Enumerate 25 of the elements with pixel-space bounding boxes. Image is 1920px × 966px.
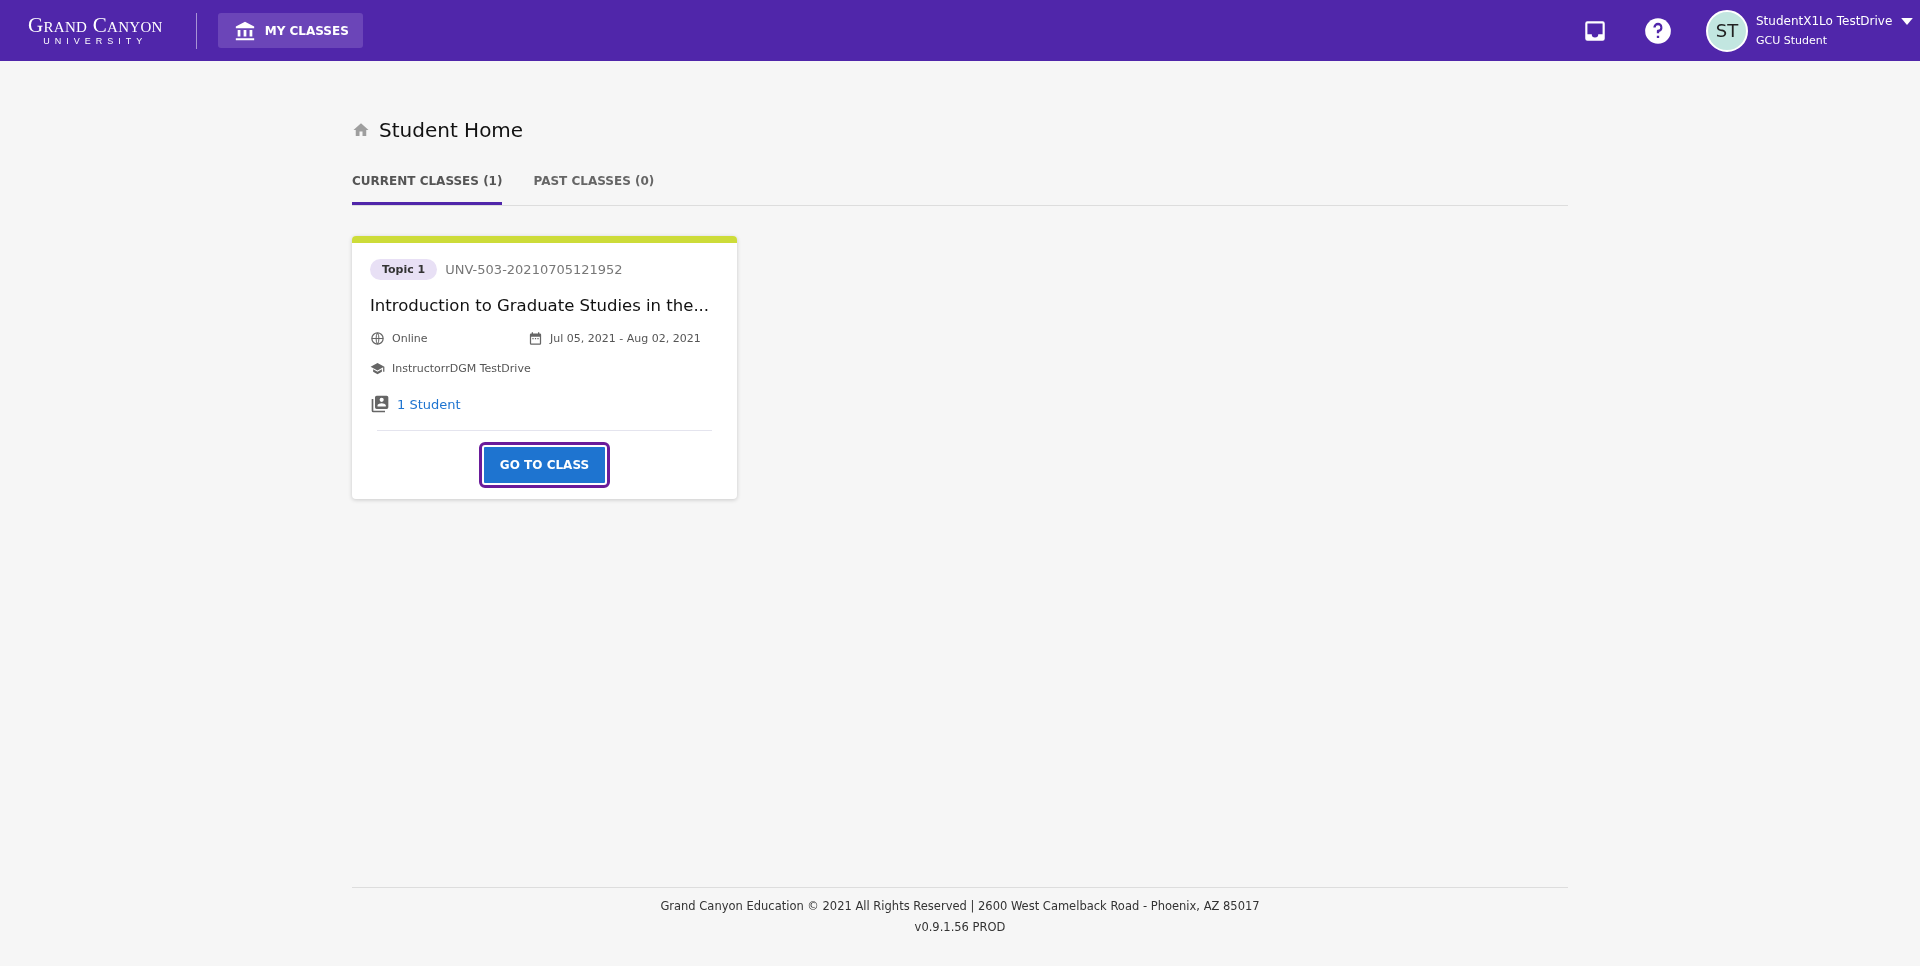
- my-classes-button[interactable]: MY CLASSES: [217, 13, 363, 48]
- graduation-cap-icon: [370, 361, 385, 376]
- user-role: GCU Student: [1756, 34, 1829, 47]
- user-name[interactable]: StudentX1Lo TestDrive: [1756, 14, 1893, 28]
- instructor-name: InstructorrDGM TestDrive: [392, 362, 531, 375]
- course-title: Introduction to Graduate Studies in the...: [370, 296, 711, 315]
- copyright-text: Grand Canyon Education © 2021 All Rights Reserved | 2600 West Camelback Road - Phoenix, AZ 85017: [659, 898, 1261, 915]
- roster-icon: [370, 394, 390, 414]
- date-range: Jul 05, 2021 - Aug 02, 2021: [550, 332, 701, 345]
- version-text: v0.9.1.56 PROD: [913, 919, 1007, 936]
- building-icon: [233, 19, 256, 42]
- university-logo[interactable]: Grand Canyon UNIVERSITY: [28, 15, 163, 46]
- topic-badge: Topic 1: [370, 259, 438, 280]
- students-link[interactable]: 1 Student: [397, 396, 461, 412]
- course-code: UNV-503-20210705121952: [445, 262, 623, 277]
- page-title: Student Home: [379, 118, 524, 142]
- class-tab[interactable]: PAST CLASSES (0): [533, 162, 655, 205]
- calendar-icon: [528, 331, 543, 346]
- help-icon[interactable]: [1644, 16, 1672, 45]
- class-tab[interactable]: CURRENT CLASSES (1): [352, 162, 503, 205]
- caret-icon[interactable]: [1901, 17, 1914, 25]
- go-to-class-button[interactable]: GO TO CLASS: [481, 445, 608, 485]
- modality-text: Online: [392, 332, 428, 345]
- globe-icon: [370, 331, 385, 346]
- user-avatar[interactable]: ST: [1706, 9, 1748, 52]
